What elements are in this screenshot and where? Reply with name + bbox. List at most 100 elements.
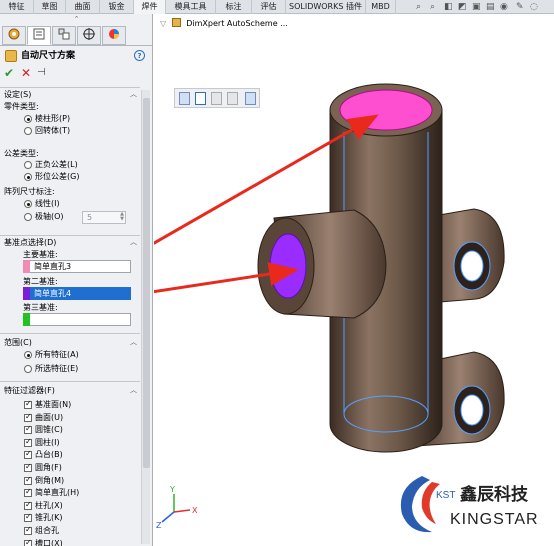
side-boss[interactable] xyxy=(257,209,387,319)
primary-datum-label: 主要基准: xyxy=(23,250,58,259)
part-type-label: 零件类型: xyxy=(4,102,39,111)
radio-selected-features[interactable] xyxy=(24,365,32,373)
feature-filter-checkbox[interactable] xyxy=(24,449,32,460)
feature-filter-label: 简单直孔(H) xyxy=(35,488,80,498)
tab-mold-tools[interactable]: 模具工具 xyxy=(166,0,216,14)
ok-button[interactable]: ✔ xyxy=(4,66,14,80)
radio-polar[interactable] xyxy=(24,213,32,221)
feature-filter-label: 倒角(M) xyxy=(35,475,65,485)
feature-filter-label: 曲面(U) xyxy=(35,412,64,422)
polar-count-value: 5 xyxy=(87,213,93,222)
primary-datum-color-swatch xyxy=(23,260,30,273)
tab-evaluate[interactable]: 评估 xyxy=(252,0,286,14)
chevron-up-icon[interactable]: ︿ xyxy=(130,89,137,100)
feature-filter-checkbox[interactable] xyxy=(24,538,32,546)
feature-filter-checkbox[interactable] xyxy=(24,399,32,409)
pin-button[interactable]: ⊣ xyxy=(37,66,46,80)
brand-prefix: KST xyxy=(436,490,455,501)
radio-prismatic[interactable] xyxy=(24,115,32,123)
tab-annotate[interactable]: 标注 xyxy=(216,0,252,14)
feature-filter-label: 组合孔 xyxy=(35,526,59,535)
feature-filter-checkbox[interactable] xyxy=(24,424,32,435)
chevron-up-icon[interactable]: ︿ xyxy=(130,237,137,248)
property-manager-tab-icon[interactable] xyxy=(27,26,51,45)
secondary-datum-field[interactable]: 简单直孔4 xyxy=(23,287,131,300)
zoom-area-icon[interactable]: ⌕ xyxy=(430,1,435,13)
scope-section-header[interactable]: 范围(C) xyxy=(4,337,32,348)
part-model[interactable]: Y X Z xyxy=(154,14,554,546)
panel-scrollbar[interactable] xyxy=(141,90,150,544)
feature-filter-checkbox[interactable] xyxy=(24,500,32,510)
command-manager-tabs: 特征 草图 曲面 钣金 焊件 模具工具 标注 评估 SOLIDWORKS 插件 … xyxy=(0,0,554,14)
display-style-icon[interactable]: ▤ xyxy=(486,1,495,13)
feature-manager-tab-icon[interactable] xyxy=(2,26,26,45)
feature-filter-checkbox[interactable] xyxy=(24,437,32,447)
datum-section-header[interactable]: 基准点选择(D) xyxy=(4,237,56,248)
feature-filter-label: 锥孔(K) xyxy=(35,513,63,523)
previous-view-icon[interactable]: ◧ xyxy=(444,1,453,13)
view-orientation-icon[interactable]: ▣ xyxy=(472,1,481,13)
triad-y-label: Y xyxy=(169,485,175,494)
radio-turned-label: 回转体(T) xyxy=(35,126,71,135)
section-divider xyxy=(0,381,140,382)
heads-up-view-icons: ⌕ ⌕ ◧ ◩ ▣ ▤ ◉ ✎ ◌ xyxy=(330,1,550,13)
section-view-icon[interactable]: ◩ xyxy=(458,1,467,13)
radio-all-features[interactable] xyxy=(24,351,32,359)
cancel-button[interactable]: ✕ xyxy=(21,66,31,80)
feature-filter-checkbox[interactable] xyxy=(24,512,32,523)
settings-section-header[interactable]: 设定(S) xyxy=(4,89,31,100)
section-divider xyxy=(0,87,140,88)
tab-weldments[interactable]: 焊件 xyxy=(134,0,166,14)
radio-geometric-label: 形位公差(G) xyxy=(35,172,80,181)
autoscheme-icon xyxy=(5,50,17,62)
triad-z-label: Z xyxy=(156,521,162,530)
triad-x-label: X xyxy=(192,506,198,515)
stepper-arrows-icon[interactable]: ▲ ▼ xyxy=(120,212,124,222)
feature-filter-checkbox[interactable] xyxy=(24,475,32,485)
feature-filter-label: 圆角(F) xyxy=(35,463,62,472)
tertiary-datum-field[interactable] xyxy=(23,313,131,326)
primary-datum-field[interactable]: 简单直孔3 xyxy=(23,260,131,273)
chevron-up-icon[interactable]: ︿ xyxy=(130,385,137,396)
kingstar-logo: KST 鑫辰科技 KINGSTAR xyxy=(392,468,552,538)
radio-linear[interactable] xyxy=(24,200,32,208)
tab-surfaces[interactable]: 曲面 xyxy=(66,0,100,14)
chevron-up-icon[interactable]: ︿ xyxy=(130,337,137,348)
scene-icon[interactable]: ◌ xyxy=(530,1,538,13)
hide-show-icon[interactable]: ◉ xyxy=(500,1,508,13)
radio-all-features-label: 所有特征(A) xyxy=(35,350,79,359)
radio-plus-minus-label: 正负公差(L) xyxy=(35,160,78,169)
help-icon[interactable]: ? xyxy=(134,50,145,61)
tab-sheet-metal[interactable]: 钣金 xyxy=(100,0,134,14)
tab-features[interactable]: 特征 xyxy=(0,0,34,14)
polar-count-stepper[interactable]: 5 ▲ ▼ xyxy=(82,211,126,224)
brand-name-cn: 鑫辰科技 xyxy=(459,484,529,505)
feature-filter-section-header[interactable]: 特征过滤器(F) xyxy=(4,385,55,396)
tertiary-datum-label: 第三基准: xyxy=(23,303,58,312)
radio-turned[interactable] xyxy=(24,127,32,135)
dimxpert-manager-tab-icon[interactable] xyxy=(77,26,101,45)
feature-filter-checkbox[interactable] xyxy=(24,525,32,535)
display-manager-tab-icon[interactable] xyxy=(102,26,126,45)
tolerance-type-label: 公差类型: xyxy=(4,149,39,158)
feature-filter-label: 槽口(X) xyxy=(35,538,63,546)
radio-prismatic-label: 棱柱形(P) xyxy=(35,114,71,123)
feature-filter-label: 凸台(B) xyxy=(35,450,63,460)
graphics-area[interactable]: ▽ DimXpert AutoScheme ... Y X Z xyxy=(154,14,554,546)
configuration-manager-tab-icon[interactable] xyxy=(52,26,76,45)
edit-appearance-icon[interactable]: ✎ xyxy=(516,1,524,13)
radio-plus-minus[interactable] xyxy=(24,161,32,169)
feature-filter-label: 基准面(N) xyxy=(35,400,72,409)
scrollbar-thumb[interactable] xyxy=(143,98,150,468)
radio-selected-features-label: 所选特征(E) xyxy=(35,364,79,373)
zoom-to-fit-icon[interactable]: ⌕ xyxy=(416,1,421,13)
radio-linear-label: 线性(I) xyxy=(35,199,60,208)
panel-collapse-grip[interactable]: ⌃ xyxy=(0,14,152,24)
feature-filter-checkbox[interactable] xyxy=(24,462,32,472)
radio-geometric[interactable] xyxy=(24,173,32,181)
feature-filter-label: 圆柱(I) xyxy=(35,437,60,447)
feature-filter-checkbox[interactable] xyxy=(24,487,32,498)
coordinate-triad: Y X Z xyxy=(156,485,198,530)
tab-sketch[interactable]: 草图 xyxy=(34,0,66,14)
feature-filter-checkbox[interactable] xyxy=(24,412,32,422)
